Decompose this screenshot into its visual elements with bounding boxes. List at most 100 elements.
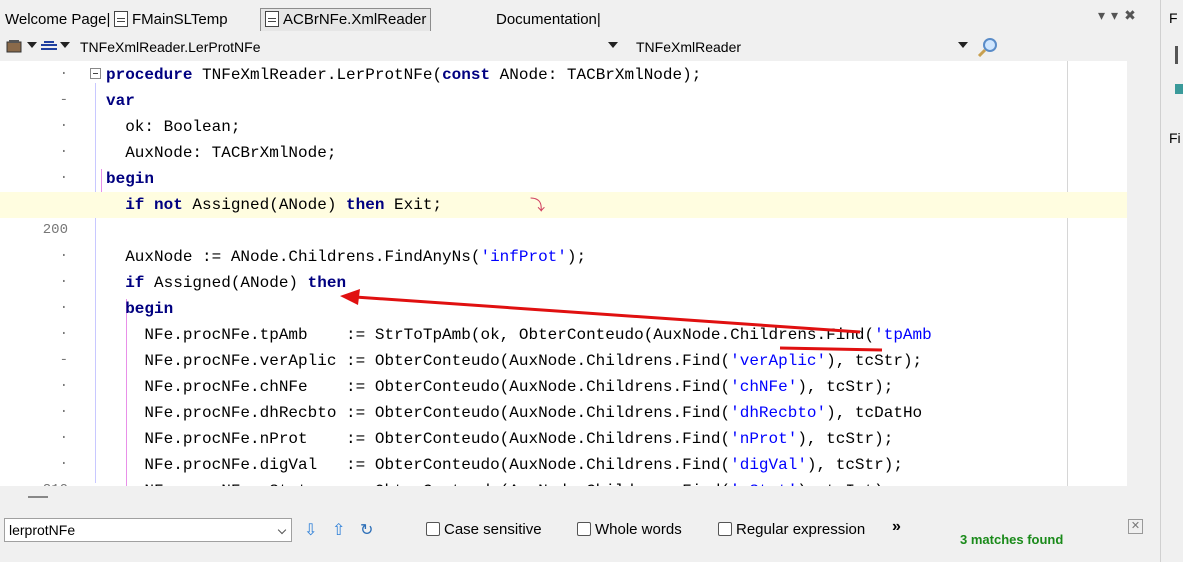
code-token: ok: Boolean; bbox=[106, 118, 241, 136]
code-token: Assigned(ANode) bbox=[144, 274, 308, 292]
splitter-grip-icon[interactable] bbox=[28, 496, 48, 498]
right-side-panel: F Fi bbox=[1141, 0, 1183, 562]
code-token: Assigned(ANode) bbox=[182, 196, 347, 214]
jump-history-icon[interactable] bbox=[6, 39, 24, 55]
code-token: ), tcStr); bbox=[826, 352, 923, 370]
string-token: 'nProt' bbox=[730, 430, 798, 448]
code-token: AuxNode := ANode.Childrens.FindAnyNs( bbox=[106, 248, 481, 266]
code-line[interactable]: procedure TNFeXmlReader.LerProtNFe(const… bbox=[0, 62, 1127, 88]
close-tab-icon[interactable]: ✖ bbox=[1124, 7, 1142, 23]
code-line-text: begin bbox=[106, 166, 154, 192]
editor-scroll-area[interactable] bbox=[1127, 61, 1158, 486]
tab-acbrnfe-xmlreader[interactable]: ACBrNFe.XmlReader bbox=[260, 8, 432, 31]
regular-expression-checkbox[interactable]: Regular expression bbox=[718, 521, 865, 538]
code-token: NFe.procNFe.nProt := ObterConteudo(AuxNo… bbox=[106, 430, 731, 448]
chevron-down-icon[interactable] bbox=[277, 525, 287, 535]
whole-words-checkbox[interactable]: Whole words bbox=[577, 521, 682, 538]
code-token: ), tcStr); bbox=[806, 456, 903, 474]
code-line[interactable] bbox=[0, 218, 1127, 244]
keyword-token: begin bbox=[106, 170, 155, 188]
code-line[interactable]: if Assigned(ANode) then bbox=[0, 270, 1127, 296]
code-token: ), tcStr); bbox=[797, 378, 894, 396]
code-token: NFe.procNFe.chNFe := ObterConteudo(AuxNo… bbox=[106, 378, 731, 396]
tab-buttons: ▾▾✖ bbox=[1098, 7, 1142, 24]
code-line-text: ok: Boolean; bbox=[106, 114, 240, 140]
tab-separator: | bbox=[596, 11, 601, 28]
code-token: ), tcStr); bbox=[797, 430, 894, 448]
code-line-text: NFe.procNFe.digVal := ObterConteudo(AuxN… bbox=[106, 452, 903, 478]
code-token: Exit; bbox=[384, 196, 443, 214]
tab-documentation[interactable]: Documentation| bbox=[496, 9, 601, 31]
code-editor[interactable]: · - · · · 199 200 · · · · - · · · · 210 … bbox=[0, 61, 1127, 486]
keyword-token: if bbox=[125, 274, 145, 292]
keyword-token: var bbox=[106, 92, 135, 110]
class-selector[interactable]: TNFeXmlReader bbox=[636, 37, 966, 57]
code-token: ), tcDatHo bbox=[826, 404, 923, 422]
find-previous-icon[interactable]: ⇧ bbox=[332, 520, 345, 540]
code-line[interactable]: NFe.procNFe.cStat := ObterConteudo(AuxNo… bbox=[0, 478, 1127, 486]
panel-splitter[interactable] bbox=[0, 486, 1158, 508]
code-line[interactable]: AuxNode: TACBrXmlNode; bbox=[0, 140, 1127, 166]
search-input[interactable]: lerprotNFe bbox=[4, 518, 292, 542]
keyword-token: procedure bbox=[106, 66, 193, 84]
code-line-text: NFe.procNFe.nProt := ObterConteudo(AuxNo… bbox=[106, 426, 893, 452]
right-panel-label-top: F bbox=[1169, 10, 1178, 26]
procedure-list-icon[interactable] bbox=[40, 39, 58, 55]
code-line-text: AuxNode: TACBrXmlNode; bbox=[106, 140, 336, 166]
code-token: NFe.procNFe.tpAmb := StrToTpAmb(ok, Obte… bbox=[106, 326, 875, 344]
navigation-bar: TNFeXmlReader.LerProtNFe TNFeXmlReader bbox=[0, 31, 1158, 61]
code-line[interactable]: begin bbox=[0, 166, 1127, 192]
checkbox-icon bbox=[718, 522, 732, 536]
more-options-button[interactable]: » bbox=[892, 518, 901, 536]
code-line[interactable]: begin bbox=[0, 296, 1127, 322]
code-line[interactable]: NFe.procNFe.tpAmb := StrToTpAmb(ok, Obte… bbox=[0, 322, 1127, 348]
string-token: 'infProt' bbox=[480, 248, 567, 266]
tab-welcome-page[interactable]: Welcome Page| bbox=[5, 9, 110, 31]
code-token: TNFeXmlReader.LerProtNFe( bbox=[192, 66, 443, 84]
method-selector[interactable]: TNFeXmlReader.LerProtNFe bbox=[80, 37, 620, 57]
chevron-down-icon[interactable] bbox=[27, 42, 37, 48]
code-line[interactable]: var bbox=[0, 88, 1127, 114]
case-sensitive-checkbox[interactable]: Case sensitive bbox=[426, 521, 542, 538]
close-search-icon[interactable]: ✕ bbox=[1128, 519, 1143, 534]
component-icon[interactable] bbox=[1175, 84, 1183, 94]
string-token: 'digVal' bbox=[730, 456, 807, 474]
keyword-token: begin bbox=[125, 300, 174, 318]
code-line[interactable]: NFe.procNFe.nProt := ObterConteudo(AuxNo… bbox=[0, 426, 1127, 452]
chevron-down-icon[interactable] bbox=[608, 42, 618, 48]
tab-fmainsltemp[interactable]: FMainSLTemp bbox=[114, 9, 228, 31]
string-token: 'chNFe' bbox=[730, 378, 798, 396]
code-line-text: var bbox=[106, 88, 135, 114]
tab-list-dropdown-icon[interactable]: ▾▾ bbox=[1098, 7, 1124, 23]
code-line[interactable]: NFe.procNFe.dhRecbto := ObterConteudo(Au… bbox=[0, 400, 1127, 426]
find-next-icon[interactable]: ⇩ bbox=[304, 520, 317, 540]
execution-mark-icon: ⤵ bbox=[530, 196, 546, 214]
code-line[interactable]: NFe.procNFe.verAplic := ObterConteudo(Au… bbox=[0, 348, 1127, 374]
chevron-down-icon[interactable] bbox=[958, 42, 968, 48]
chevron-down-icon[interactable] bbox=[60, 42, 70, 48]
string-token: 'dhRecbto' bbox=[730, 404, 827, 422]
search-status: 3 matches found bbox=[960, 532, 1064, 547]
code-line[interactable]: AuxNode := ANode.Childrens.FindAnyNs('in… bbox=[0, 244, 1127, 270]
checkbox-icon bbox=[577, 522, 591, 536]
code-line-text: NFe.procNFe.cStat := ObterConteudo(AuxNo… bbox=[106, 478, 883, 486]
document-icon bbox=[114, 11, 128, 27]
code-line-text: NFe.procNFe.verAplic := ObterConteudo(Au… bbox=[106, 348, 922, 374]
refresh-icon[interactable]: ↻ bbox=[360, 520, 373, 540]
string-token: 'verAplic' bbox=[730, 352, 827, 370]
code-line[interactable]: if not Assigned(ANode) then Exit; ⤵ bbox=[0, 192, 1127, 218]
search-icon[interactable] bbox=[976, 37, 1000, 57]
editor-tab-bar: Welcome Page| FMainSLTemp ACBrNFe.XmlRea… bbox=[0, 0, 1158, 31]
code-line[interactable]: NFe.procNFe.digVal := ObterConteudo(AuxN… bbox=[0, 452, 1127, 478]
tab-separator: | bbox=[106, 11, 111, 28]
code-token: AuxNode: TACBrXmlNode; bbox=[106, 144, 337, 162]
code-line[interactable]: NFe.procNFe.chNFe := ObterConteudo(AuxNo… bbox=[0, 374, 1127, 400]
code-token: ANode: TACBrXmlNode); bbox=[490, 66, 702, 84]
keyword-token: then bbox=[346, 196, 385, 214]
checkbox-icon bbox=[426, 522, 440, 536]
code-token: NFe.procNFe.dhRecbto := ObterConteudo(Au… bbox=[106, 404, 731, 422]
right-panel-label-mid: Fi bbox=[1169, 130, 1181, 146]
code-line[interactable]: ok: Boolean; bbox=[0, 114, 1127, 140]
